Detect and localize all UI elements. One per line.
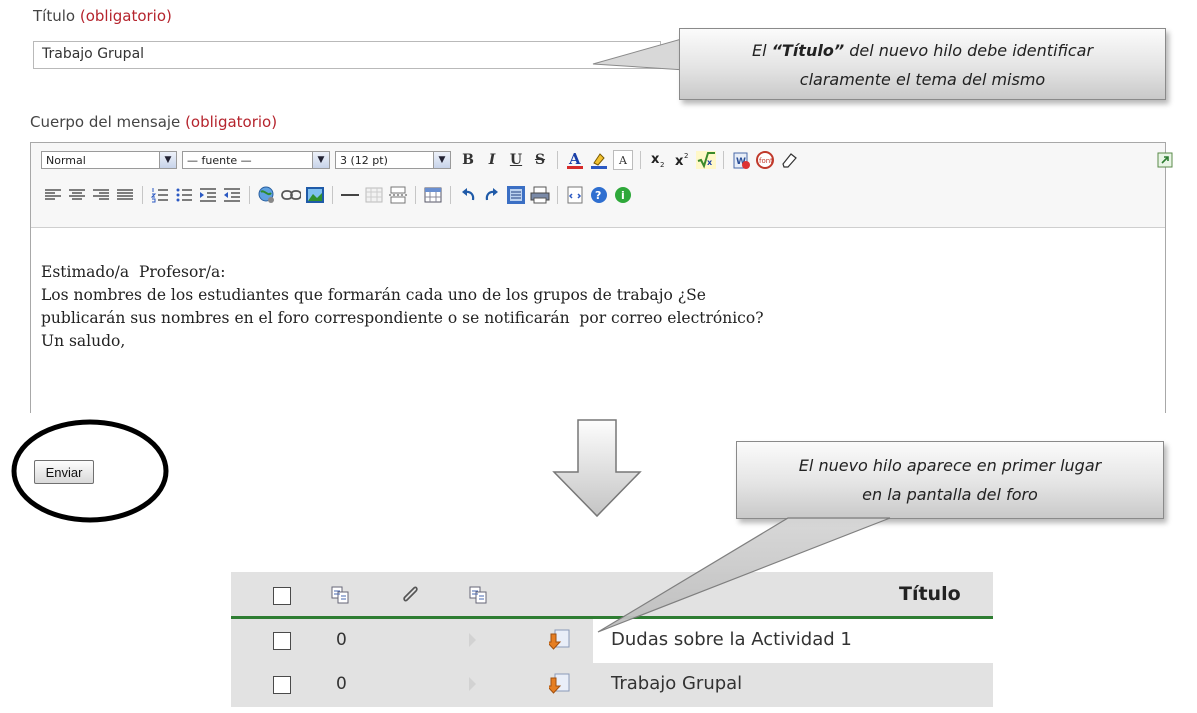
svg-text:x: x [675, 154, 684, 169]
bold-icon[interactable]: B [458, 150, 478, 170]
superscript-icon[interactable]: x2 [672, 150, 692, 170]
paperclip-icon[interactable] [399, 584, 421, 606]
about-icon[interactable]: i [613, 185, 633, 205]
maximize-icon[interactable] [1155, 150, 1175, 170]
thread-title[interactable]: Trabajo Grupal [611, 673, 742, 694]
toolbar-separator [723, 151, 724, 169]
page-break-icon[interactable] [388, 185, 408, 205]
chevron-down-icon: ▼ [433, 152, 450, 168]
replies-column-icon[interactable] [331, 585, 351, 605]
align-left-icon[interactable] [43, 185, 63, 205]
help-icon[interactable]: ? [589, 185, 609, 205]
svg-text:2: 2 [684, 152, 688, 160]
thread-icon [549, 673, 570, 694]
row-checkbox[interactable] [273, 676, 291, 694]
message-body[interactable]: Estimado/a Profesor/a: Los nombres de los… [41, 261, 764, 353]
chevron-down-icon: ▼ [159, 152, 176, 168]
eraser-icon[interactable] [779, 150, 799, 170]
replies-count: 0 [336, 630, 347, 650]
format-select[interactable]: Normal ▼ [41, 151, 177, 169]
table-row[interactable]: 0 Trabajo Grupal [231, 663, 993, 707]
italic-icon[interactable]: I [482, 150, 502, 170]
callout-forum-note: El nuevo hilo aparece en primer lugar en… [736, 441, 1164, 519]
highlight-color-icon[interactable] [589, 150, 609, 170]
unlink-icon[interactable] [281, 185, 301, 205]
toolbar-separator [332, 186, 333, 204]
toolbar-separator [249, 186, 250, 204]
svg-text:A: A [618, 154, 628, 167]
toolbar-separator [142, 186, 143, 204]
expand-arrow-icon[interactable] [468, 675, 478, 693]
subscript-icon[interactable]: x2 [648, 150, 668, 170]
text-color-icon[interactable]: A [565, 150, 585, 170]
editor-toolbar: Normal ▼ — fuente — ▼ 3 (12 pt) ▼ B I U S A… [31, 143, 1173, 228]
source-icon[interactable] [565, 185, 585, 205]
paste-word-icon[interactable]: W [731, 150, 751, 170]
thread-icon [549, 629, 570, 650]
toolbar-row-2: ? i [41, 184, 635, 206]
align-center-icon[interactable] [67, 185, 87, 205]
indent-icon[interactable] [198, 185, 218, 205]
svg-text:i: i [621, 189, 625, 202]
title-label: Título (obligatorio) [33, 7, 172, 25]
toolbar-separator [415, 186, 416, 204]
print-icon[interactable] [530, 185, 550, 205]
rich-text-editor[interactable]: Normal ▼ — fuente — ▼ 3 (12 pt) ▼ B I U S A… [30, 142, 1173, 413]
down-arrow [552, 419, 642, 518]
toolbar-separator [450, 186, 451, 204]
svg-text:?: ? [595, 189, 601, 202]
row-checkbox[interactable] [273, 632, 291, 650]
clean-font-icon[interactable]: font [755, 150, 775, 170]
strikethrough-icon[interactable]: S [530, 150, 550, 170]
chevron-down-icon: ▼ [312, 152, 329, 168]
justify-icon[interactable] [115, 185, 135, 205]
font-select[interactable]: — fuente — ▼ [182, 151, 330, 169]
toolbar-separator [640, 151, 641, 169]
horizontal-rule-icon[interactable] [340, 185, 360, 205]
unread-column-icon[interactable] [469, 585, 489, 605]
table-icon[interactable] [364, 185, 384, 205]
svg-text:font: font [759, 157, 773, 165]
image-icon[interactable] [305, 185, 325, 205]
svg-text:x: x [651, 152, 660, 167]
toolbar-separator [557, 186, 558, 204]
link-icon[interactable] [257, 185, 277, 205]
select-all-icon[interactable] [506, 185, 526, 205]
toolbar-separator [557, 151, 558, 169]
table-props-icon[interactable] [423, 185, 443, 205]
message-line: Estimado/a Profesor/a: [41, 263, 226, 281]
select-all-checkbox[interactable] [273, 587, 291, 605]
message-line: publicarán sus nombres en el foro corres… [41, 309, 764, 327]
math-formula-icon[interactable]: x [696, 150, 716, 170]
title-input[interactable]: Trabajo Grupal [33, 41, 661, 69]
callout-title-note: El “Título” del nuevo hilo debe identifi… [679, 28, 1166, 100]
message-line: Los nombres de los estudiantes que forma… [41, 286, 706, 304]
svg-text:2: 2 [660, 161, 664, 169]
toolbar-row-1: Normal ▼ — fuente — ▼ 3 (12 pt) ▼ B I U S A… [41, 149, 1173, 171]
body-label: Cuerpo del mensaje (obligatorio) [30, 113, 278, 131]
outdent-icon[interactable] [222, 185, 242, 205]
redo-icon[interactable] [482, 185, 502, 205]
svg-text:x: x [707, 158, 713, 167]
align-right-icon[interactable] [91, 185, 111, 205]
replies-count: 0 [336, 674, 347, 694]
unordered-list-icon[interactable] [174, 185, 194, 205]
expand-arrow-icon[interactable] [468, 631, 478, 649]
remove-format-icon[interactable]: A [613, 150, 633, 170]
enviar-button[interactable]: Enviar [34, 460, 94, 484]
underline-icon[interactable]: U [506, 150, 526, 170]
message-line: Un saludo, [41, 332, 126, 350]
size-select[interactable]: 3 (12 pt) ▼ [335, 151, 451, 169]
svg-text:A: A [568, 150, 581, 168]
callout-pointer-forum [597, 517, 891, 633]
undo-icon[interactable] [458, 185, 478, 205]
ordered-list-icon[interactable] [150, 185, 170, 205]
